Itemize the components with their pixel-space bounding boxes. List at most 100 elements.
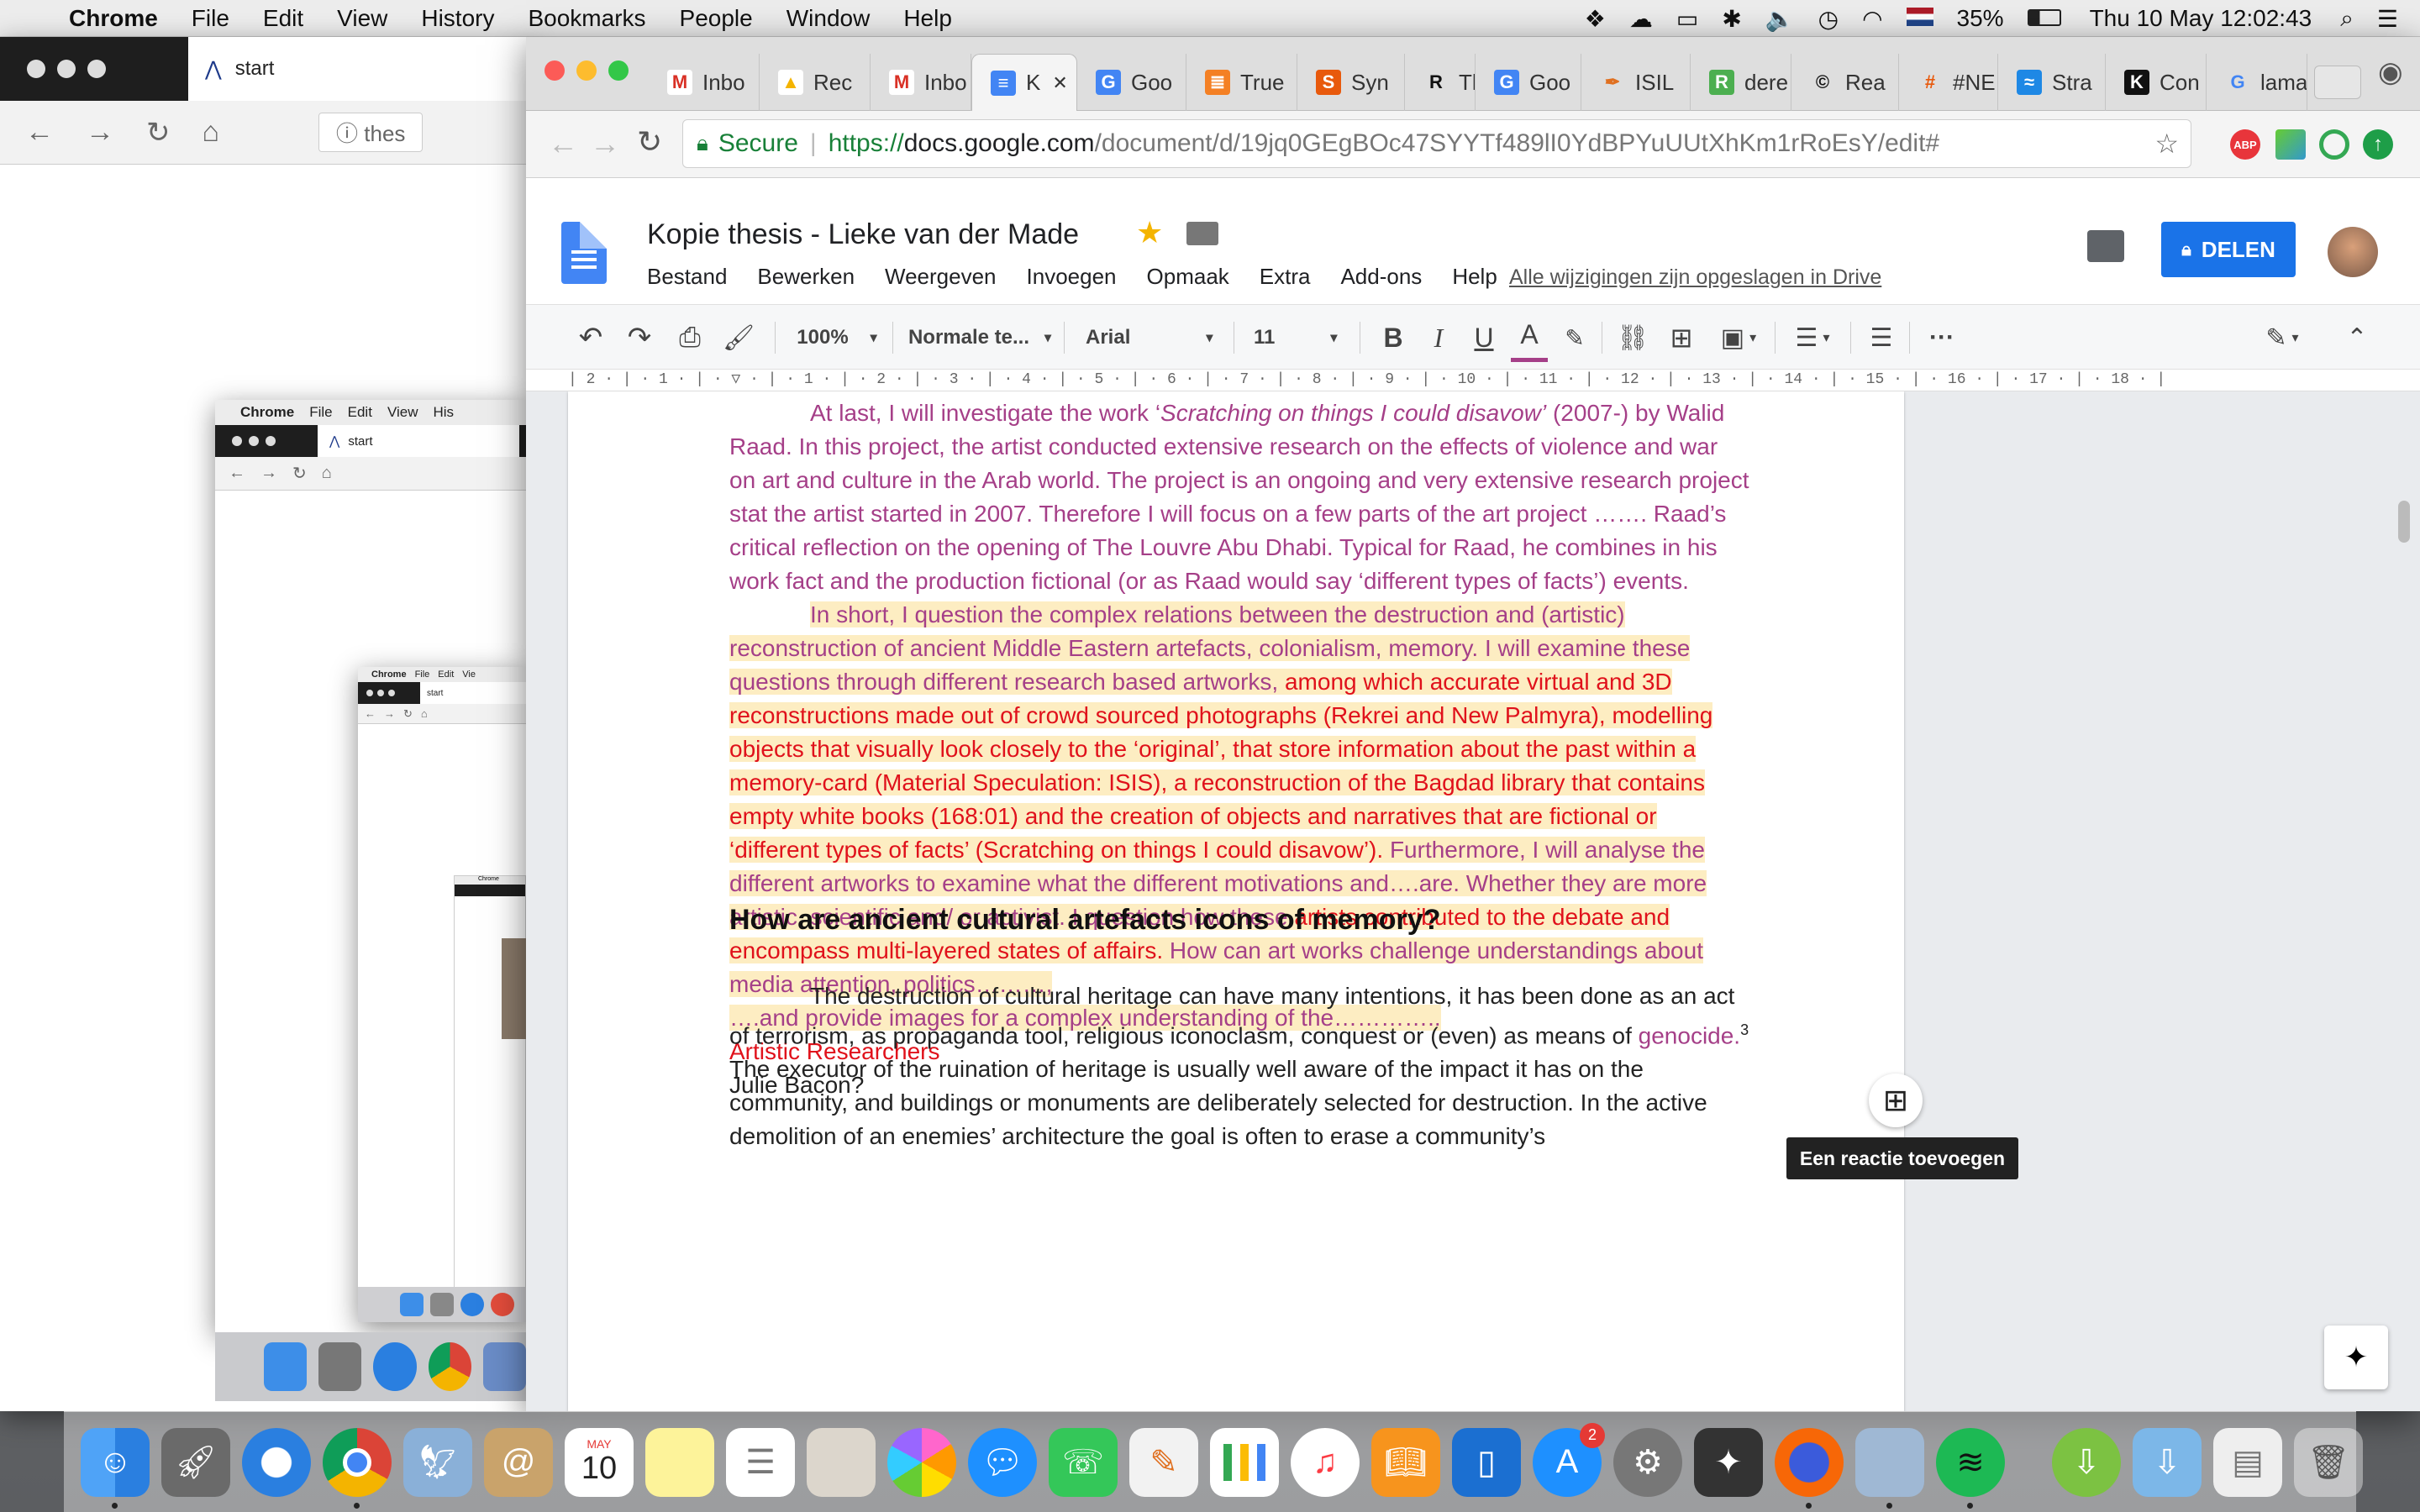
trash-icon[interactable]: 🗑︎ bbox=[2294, 1427, 2363, 1497]
italic-button[interactable]: I bbox=[1420, 305, 1457, 370]
menu-file[interactable]: File bbox=[175, 5, 246, 32]
paragraph-intro[interactable]: At last, I will investigate the work ‘Sc… bbox=[729, 396, 1750, 598]
reminders-icon[interactable]: ☰ bbox=[726, 1427, 795, 1497]
tab-8[interactable]: G Goo bbox=[1476, 54, 1581, 111]
menu-history[interactable]: History bbox=[404, 5, 511, 32]
tab-1[interactable]: ▲ Rec bbox=[760, 54, 871, 111]
redo-icon[interactable]: ↷ bbox=[618, 305, 660, 370]
docs-menu-invoegen[interactable]: Invoegen bbox=[1027, 264, 1117, 290]
paragraph-heritage[interactable]: The destruction of cultural heritage can… bbox=[729, 979, 1750, 1153]
tab-12[interactable]: # #NE bbox=[1899, 54, 1998, 111]
screenshot-icon[interactable]: ✦ bbox=[1694, 1427, 1763, 1497]
bg-url[interactable]: ⓘ thes bbox=[318, 113, 424, 152]
menu-app-name[interactable]: Chrome bbox=[52, 5, 175, 32]
menu-help[interactable]: Help bbox=[886, 5, 969, 32]
print-icon[interactable]: ⎙ bbox=[669, 305, 711, 370]
collapse-icon[interactable]: ⌃ bbox=[2336, 305, 2378, 370]
photos-icon[interactable] bbox=[887, 1427, 956, 1497]
reload-button[interactable]: ↻ bbox=[637, 124, 662, 160]
bg-window-controls[interactable] bbox=[0, 60, 106, 78]
tab-14[interactable]: K Con bbox=[2106, 54, 2207, 111]
undo-icon[interactable]: ↶ bbox=[570, 305, 612, 370]
bold-button[interactable]: B bbox=[1375, 305, 1412, 370]
tab-11[interactable]: © Rea bbox=[1791, 54, 1899, 111]
downloads-folder-icon[interactable]: ⇩ bbox=[2133, 1427, 2202, 1497]
editing-mode-icon[interactable]: ✎ ▾ bbox=[2249, 305, 2316, 370]
notification-center-icon[interactable]: ☰ bbox=[2365, 5, 2420, 33]
preview-photos-icon[interactable] bbox=[1855, 1427, 1924, 1509]
tab-6[interactable]: S Syn bbox=[1297, 54, 1405, 111]
background-chrome-window-tiny[interactable]: Chrome File Edit Vie start ← → ↻ ⌂ Chrome bbox=[358, 667, 527, 1322]
docs-menu-addons[interactable]: Add-ons bbox=[1340, 264, 1422, 290]
tab-4[interactable]: G Goo bbox=[1077, 54, 1186, 111]
docs-logo-icon[interactable] bbox=[561, 222, 607, 284]
tab-5[interactable]: ≣ True bbox=[1186, 54, 1297, 111]
creative-cloud-icon[interactable]: ☁ bbox=[1618, 5, 1665, 33]
tab-9[interactable]: ✒ ISIL bbox=[1581, 54, 1691, 111]
docs-menu-bewerken[interactable]: Bewerken bbox=[757, 264, 855, 290]
finder-icon[interactable]: ☺ bbox=[81, 1427, 150, 1509]
dropbox-icon[interactable]: ❖ bbox=[1573, 5, 1618, 33]
system-preferences-icon[interactable]: ⚙ bbox=[1613, 1427, 1682, 1497]
address-bar[interactable]: 🔒︎ Secure | https:// docs.google.com /do… bbox=[682, 119, 2191, 168]
messages-icon[interactable]: 💬︎ bbox=[968, 1427, 1037, 1497]
wifi-icon[interactable]: ◠ bbox=[1850, 5, 1894, 33]
comments-icon[interactable] bbox=[2087, 230, 2124, 262]
launchpad-icon[interactable]: 🚀︎ bbox=[161, 1427, 230, 1497]
new-tab-button[interactable] bbox=[2314, 66, 2361, 99]
contacts-icon[interactable]: @ bbox=[484, 1427, 553, 1497]
menu-window[interactable]: Window bbox=[770, 5, 887, 32]
insert-image-icon[interactable]: ▣ ▾ bbox=[1709, 305, 1768, 370]
save-status[interactable]: Alle wijzigingen zijn opgeslagen in Driv… bbox=[1509, 265, 1881, 290]
docs-menu-weergeven[interactable]: Weergeven bbox=[885, 264, 997, 290]
main-chrome-window[interactable]: M Inbo ▲ Rec M Inbo ≡ K ✕ G Goo ≣ True S Syn R The G Goo ✒ I… bbox=[526, 37, 2420, 1411]
home-icon[interactable]: ⌂ bbox=[203, 116, 220, 149]
tab-15[interactable]: Glama bbox=[2207, 54, 2307, 111]
tab-7[interactable]: R The bbox=[1405, 54, 1476, 111]
document-page[interactable]: At last, I will investigate the work ‘Sc… bbox=[568, 391, 1904, 1411]
extension-icon[interactable] bbox=[2275, 129, 2306, 160]
document-stack-icon[interactable]: ▤ bbox=[2213, 1427, 2282, 1497]
line-spacing-icon[interactable]: ☰ bbox=[1860, 305, 1902, 370]
docs-menu-help[interactable]: Help bbox=[1452, 264, 1497, 290]
downloader-icon[interactable]: ⇩ bbox=[2052, 1427, 2121, 1497]
chrome-icon[interactable] bbox=[323, 1427, 392, 1509]
highlight-icon[interactable]: ✎ bbox=[1556, 305, 1593, 370]
docs-menu-extra[interactable]: Extra bbox=[1260, 264, 1311, 290]
update-icon[interactable]: ↑ bbox=[2363, 129, 2393, 160]
menu-bookmarks[interactable]: Bookmarks bbox=[511, 5, 662, 32]
share-button[interactable]: 🔒︎ DELEN bbox=[2161, 222, 2296, 277]
zoom-select[interactable]: 100% ▾ bbox=[786, 305, 887, 370]
docs-menu-opmaak[interactable]: Opmaak bbox=[1147, 264, 1229, 290]
bookmark-star-icon[interactable]: ☆ bbox=[2154, 128, 2179, 160]
tab-0[interactable]: M Inbo bbox=[649, 54, 760, 111]
volume-icon[interactable]: 🔈 bbox=[1754, 5, 1807, 33]
docs-menu-bestand[interactable]: Bestand bbox=[647, 264, 727, 290]
forward-button[interactable]: → bbox=[590, 126, 620, 161]
pages-icon[interactable]: ✎ bbox=[1129, 1427, 1198, 1497]
ibooks-icon[interactable]: 📖︎ bbox=[1371, 1427, 1440, 1497]
text-color-button[interactable]: A bbox=[1511, 312, 1548, 362]
more-icon[interactable]: ··· bbox=[1921, 305, 1963, 370]
menu-people[interactable]: People bbox=[663, 5, 770, 32]
facetime-icon[interactable]: ☏ bbox=[1049, 1427, 1118, 1497]
document-title[interactable]: Kopie thesis - Lieke van der Made bbox=[647, 218, 1079, 251]
safari-icon[interactable] bbox=[242, 1427, 311, 1497]
bg-small-tab[interactable]: ⋀ start bbox=[318, 425, 519, 457]
app-store-icon[interactable]: A2 bbox=[1533, 1422, 1605, 1497]
clock-text[interactable]: Thu 10 May 12:02:43 bbox=[2073, 5, 2329, 32]
reload-icon[interactable]: ↻ bbox=[146, 116, 171, 150]
battery-percent[interactable]: 35% bbox=[1945, 5, 2016, 32]
close-tab-icon[interactable]: ✕ bbox=[1052, 72, 1067, 94]
ruler[interactable]: | 2 · | · 1 · | · ▽ · | · 1 · | · 2 · | … bbox=[526, 370, 2420, 391]
add-comment-button[interactable]: ⊞ bbox=[1869, 1074, 1923, 1127]
spotify-icon[interactable]: ≋ bbox=[1936, 1427, 2005, 1509]
itunes-icon[interactable]: ♫ bbox=[1291, 1427, 1360, 1497]
explore-button[interactable]: ✦ bbox=[2324, 1326, 2388, 1389]
font-select[interactable]: Arial ▾ bbox=[1077, 305, 1228, 370]
tab-3[interactable]: ≡ K ✕ bbox=[971, 54, 1077, 111]
close-window-button[interactable] bbox=[544, 60, 565, 81]
battery-icon[interactable] bbox=[2016, 5, 2073, 32]
airplay-icon[interactable]: ▭ bbox=[1665, 5, 1710, 33]
bluetooth-icon[interactable]: ✱ bbox=[1710, 5, 1753, 33]
